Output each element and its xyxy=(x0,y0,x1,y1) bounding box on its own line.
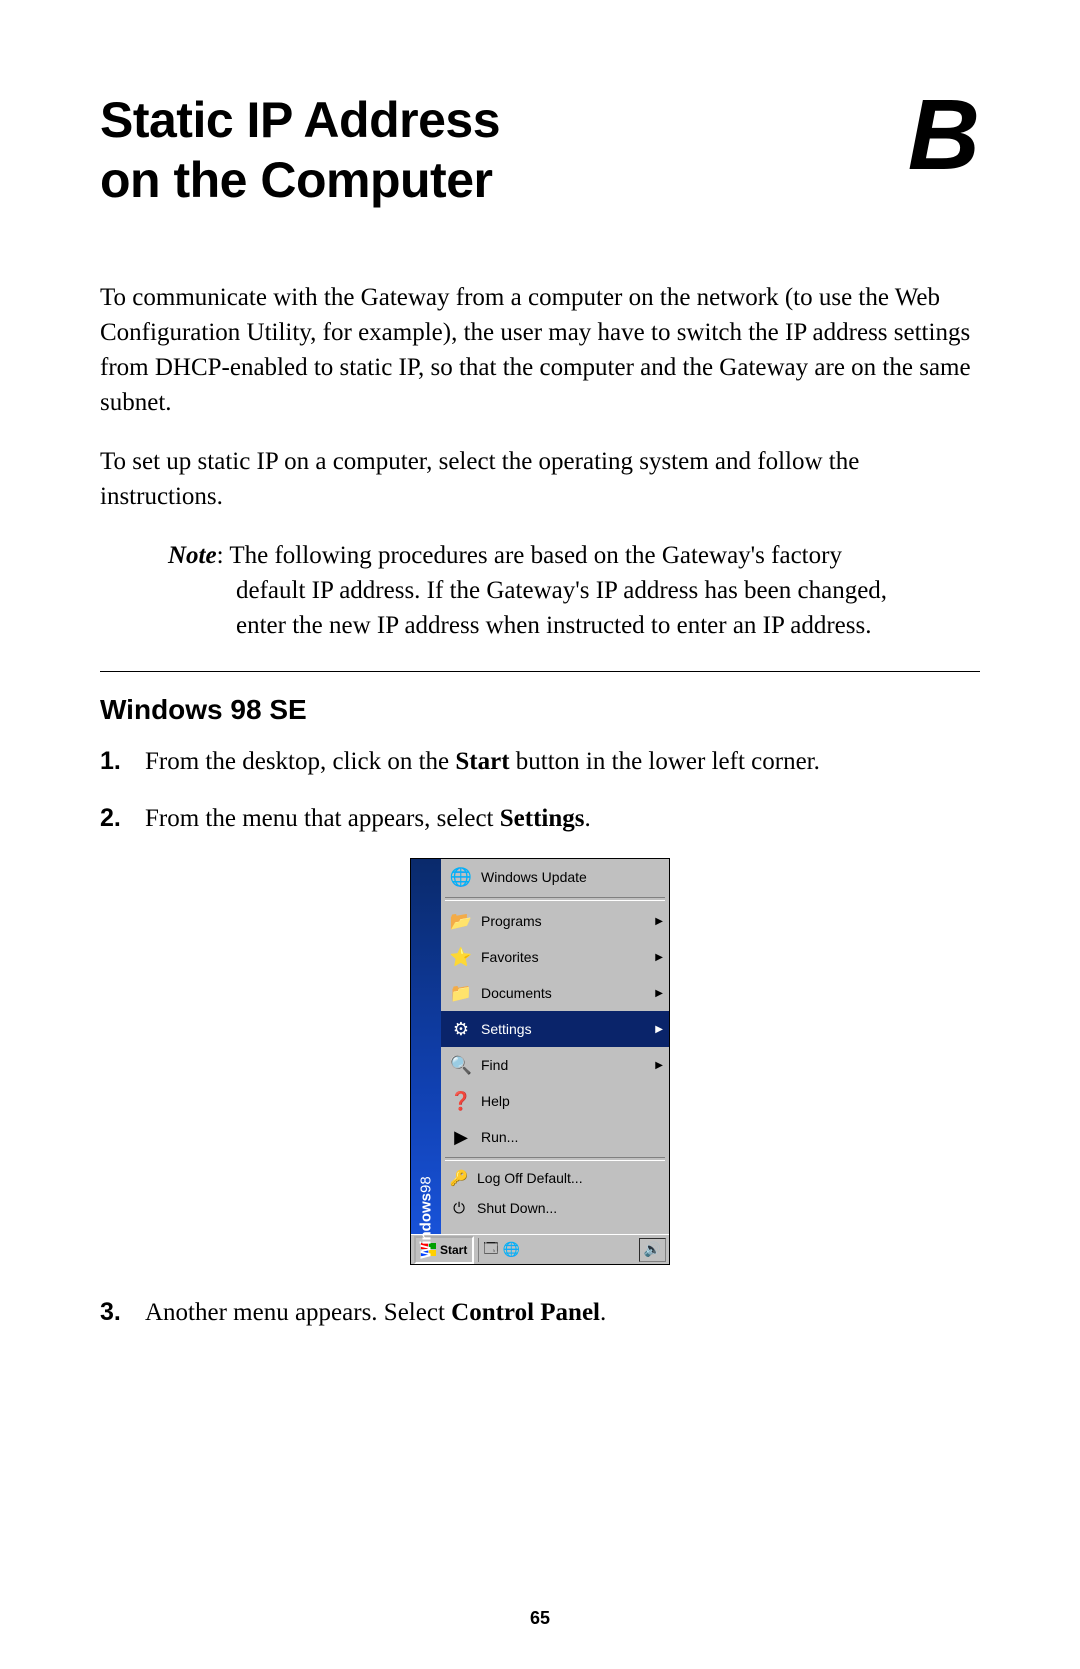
globe-icon: 🌐 xyxy=(447,863,475,891)
quick-launch-ie-icon[interactable]: 🌐 xyxy=(503,1241,520,1258)
step-text-part: From the menu that appears, select xyxy=(145,805,500,832)
step-text-part: . xyxy=(600,1299,606,1326)
gear-icon: ⚙ xyxy=(447,1015,475,1043)
menu-item-shutdown[interactable]: ⏻ Shut Down... xyxy=(441,1193,669,1223)
search-icon: 🔍 xyxy=(447,1051,475,1079)
note-text-2: default IP address. If the Gateway's IP … xyxy=(236,577,887,604)
start-menu-band: Windows98 xyxy=(411,859,441,1234)
step-number: 1. xyxy=(100,744,145,779)
menu-item-run[interactable]: ▶ Run... xyxy=(441,1119,669,1155)
menu-item-label: Help xyxy=(475,1093,663,1109)
menu-separator xyxy=(445,1157,665,1161)
menu-item-programs[interactable]: 📂 Programs ▶ xyxy=(441,903,669,939)
band-brand: Windows xyxy=(418,1193,435,1259)
step-number: 3. xyxy=(100,1295,145,1330)
key-icon: 🔑 xyxy=(447,1166,471,1190)
start-menu-top: Windows98 🌐 Windows Update 📂 Programs ▶ xyxy=(411,859,669,1234)
submenu-arrow-icon: ▶ xyxy=(653,1060,663,1071)
horizontal-rule xyxy=(100,671,980,672)
intro-paragraph-2: To set up static IP on a computer, selec… xyxy=(100,444,980,514)
step-text-part: button in the lower left corner. xyxy=(510,748,820,775)
step-3: 3. Another menu appears. Select Control … xyxy=(100,1295,980,1330)
menu-item-label: Windows Update xyxy=(475,869,663,885)
system-tray[interactable]: 🔊 xyxy=(639,1238,666,1262)
submenu-arrow-icon: ▶ xyxy=(653,952,663,963)
star-icon: ⭐ xyxy=(447,943,475,971)
menu-item-label: Favorites xyxy=(475,949,653,965)
menu-item-help[interactable]: ❓ Help xyxy=(441,1083,669,1119)
step-text-part: From the desktop, click on the xyxy=(145,748,455,775)
menu-item-label: Documents xyxy=(475,985,653,1001)
step-text-bold: Control Panel xyxy=(451,1299,600,1326)
note-text-3: enter the new IP address when instructed… xyxy=(236,612,871,639)
submenu-arrow-icon: ▶ xyxy=(653,916,663,927)
menu-item-label: Programs xyxy=(475,913,653,929)
menu-item-documents[interactable]: 📁 Documents ▶ xyxy=(441,975,669,1011)
step-text: From the desktop, click on the Start but… xyxy=(145,744,980,779)
menu-item-label: Settings xyxy=(475,1021,653,1037)
step-text: From the menu that appears, select Setti… xyxy=(145,801,980,836)
start-menu-items: 🌐 Windows Update 📂 Programs ▶ ⭐ Favorite… xyxy=(441,859,669,1234)
section-heading: Windows 98 SE xyxy=(100,694,980,726)
menu-item-logoff[interactable]: 🔑 Log Off Default... xyxy=(441,1163,669,1193)
run-icon: ▶ xyxy=(447,1123,475,1151)
band-version: 98 xyxy=(418,1176,435,1193)
appendix-letter: B xyxy=(908,85,980,185)
note-block: Note: The following procedures are based… xyxy=(168,538,980,643)
menu-item-windows-update[interactable]: 🌐 Windows Update xyxy=(441,859,669,895)
steps-list: 1. From the desktop, click on the Start … xyxy=(100,744,980,836)
menu-item-label: Log Off Default... xyxy=(471,1170,663,1186)
step-text-part: Another menu appears. Select xyxy=(145,1299,451,1326)
step-text-bold: Settings xyxy=(500,805,585,832)
step-text-part: . xyxy=(584,805,590,832)
step-number: 2. xyxy=(100,801,145,836)
steps-list-continued: 3. Another menu appears. Select Control … xyxy=(100,1295,980,1330)
programs-icon: 📂 xyxy=(447,907,475,935)
menu-item-find[interactable]: 🔍 Find ▶ xyxy=(441,1047,669,1083)
taskbar: Start 🗔 🌐 🔊 xyxy=(411,1234,669,1264)
title-row: Static IP Address on the Computer B xyxy=(100,90,980,210)
document-page: Static IP Address on the Computer B To c… xyxy=(0,0,1080,1669)
title-line-1: Static IP Address xyxy=(100,92,500,148)
start-menu: Windows98 🌐 Windows Update 📂 Programs ▶ xyxy=(410,858,670,1265)
band-brand-text: Windows98 xyxy=(418,1176,435,1258)
help-icon: ❓ xyxy=(447,1087,475,1115)
submenu-arrow-icon: ▶ xyxy=(653,988,663,999)
folder-icon: 📁 xyxy=(447,979,475,1007)
step-text: Another menu appears. Select Control Pan… xyxy=(145,1295,980,1330)
menu-item-label: Run... xyxy=(475,1129,663,1145)
menu-item-settings[interactable]: ⚙ Settings ▶ xyxy=(441,1011,669,1047)
menu-item-favorites[interactable]: ⭐ Favorites ▶ xyxy=(441,939,669,975)
note-label: Note xyxy=(168,542,217,569)
start-button-label: Start xyxy=(440,1243,467,1257)
embedded-screenshot: Windows98 🌐 Windows Update 📂 Programs ▶ xyxy=(100,858,980,1265)
step-text-bold: Start xyxy=(455,748,509,775)
menu-item-label: Shut Down... xyxy=(471,1200,663,1216)
quick-launch: 🗔 🌐 xyxy=(478,1238,520,1262)
tray-volume-icon: 🔊 xyxy=(644,1241,661,1258)
menu-item-label: Find xyxy=(475,1057,653,1073)
page-number: 65 xyxy=(0,1608,1080,1629)
step-2: 2. From the menu that appears, select Se… xyxy=(100,801,980,836)
intro-paragraph-1: To communicate with the Gateway from a c… xyxy=(100,280,980,420)
note-text-1: : The following procedures are based on … xyxy=(217,542,842,569)
page-title: Static IP Address on the Computer xyxy=(100,90,500,210)
title-line-2: on the Computer xyxy=(100,152,492,208)
menu-separator xyxy=(445,897,665,901)
submenu-arrow-icon: ▶ xyxy=(653,1024,663,1035)
quick-launch-desktop-icon[interactable]: 🗔 xyxy=(483,1238,498,1262)
step-1: 1. From the desktop, click on the Start … xyxy=(100,744,980,779)
power-icon: ⏻ xyxy=(447,1196,471,1220)
